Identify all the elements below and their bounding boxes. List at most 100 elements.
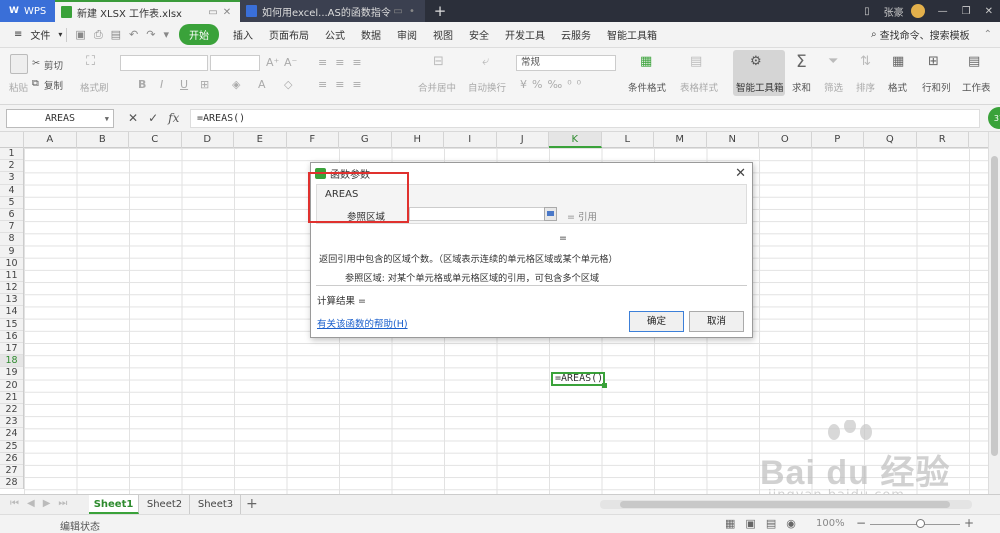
column-header[interactable]: A bbox=[24, 132, 77, 148]
align-left-icons[interactable]: ≡≡≡ bbox=[318, 78, 370, 91]
column-header[interactable]: O bbox=[759, 132, 812, 148]
prev-sheet-icon[interactable]: ◀ bbox=[27, 498, 35, 509]
menu-data[interactable]: 数据 bbox=[353, 27, 389, 42]
conditional-format-button[interactable]: 条件格式 bbox=[628, 80, 666, 94]
row-header[interactable]: 8 bbox=[0, 233, 23, 246]
name-box[interactable]: AREAS ▼ bbox=[6, 109, 114, 128]
format-painter-icon[interactable]: ⛶ bbox=[86, 54, 95, 69]
menu-start[interactable]: 开始 bbox=[179, 24, 219, 45]
menu-cloud[interactable]: 云服务 bbox=[553, 27, 599, 42]
hamburger-icon[interactable]: ≡ bbox=[6, 29, 30, 40]
row-header[interactable]: 4 bbox=[0, 185, 23, 197]
close-icon[interactable]: ✕ bbox=[735, 166, 746, 181]
horizontal-scrollbar[interactable] bbox=[600, 500, 972, 509]
fill-color-icon[interactable]: ◈ bbox=[232, 78, 240, 91]
sheet-tab-3[interactable]: Sheet3 bbox=[191, 495, 241, 514]
first-sheet-icon[interactable]: ⏮ bbox=[10, 498, 19, 509]
filter-button[interactable]: 筛选 bbox=[824, 80, 843, 94]
print-icon[interactable]: ⎙ bbox=[90, 28, 107, 42]
border-icon[interactable]: ⊞ bbox=[200, 78, 209, 91]
conditional-format-icon[interactable]: ▦ bbox=[640, 54, 652, 69]
column-header[interactable]: K bbox=[549, 132, 602, 148]
monitor-icon[interactable]: ▭ bbox=[391, 6, 405, 17]
restore-icon[interactable]: ❐ bbox=[955, 6, 978, 17]
sum-button[interactable]: 求和 bbox=[792, 80, 811, 94]
merge-icon[interactable]: ⊟ bbox=[433, 54, 444, 69]
chevron-down-icon[interactable]: ▾ bbox=[58, 30, 62, 39]
undo-icon[interactable]: ↶ bbox=[125, 28, 142, 41]
column-header[interactable]: B bbox=[77, 132, 129, 148]
zoom-slider[interactable] bbox=[870, 524, 960, 525]
add-sheet-button[interactable]: + bbox=[246, 496, 258, 512]
row-header[interactable]: 19 bbox=[0, 367, 23, 380]
zoom-level[interactable]: 100% bbox=[816, 518, 845, 529]
sheet-tab-2[interactable]: Sheet2 bbox=[140, 495, 190, 514]
worksheet-button[interactable]: 工作表 bbox=[962, 80, 991, 94]
row-header[interactable]: 3 bbox=[0, 172, 23, 185]
align-top-icons[interactable]: ≡≡≡ bbox=[318, 56, 370, 69]
scroll-thumb[interactable] bbox=[991, 156, 998, 456]
column-header[interactable]: P bbox=[812, 132, 864, 148]
column-header[interactable]: I bbox=[444, 132, 497, 148]
close-window-icon[interactable]: ✕ bbox=[978, 6, 1000, 17]
row-header[interactable]: 5 bbox=[0, 197, 23, 209]
number-format-select[interactable]: 常规 bbox=[516, 55, 616, 71]
next-sheet-icon[interactable]: ▶ bbox=[43, 498, 51, 509]
tab-document-inactive[interactable]: 如何用excel...AS的函数指令？ ▭ • bbox=[240, 0, 425, 22]
row-header[interactable]: 10 bbox=[0, 258, 23, 270]
row-header[interactable]: 24 bbox=[0, 428, 23, 441]
row-header[interactable]: 13 bbox=[0, 294, 23, 307]
column-header[interactable]: L bbox=[602, 132, 654, 148]
menu-page-layout[interactable]: 页面布局 bbox=[261, 27, 317, 42]
toolbox-icon[interactable]: ⚙ bbox=[750, 54, 762, 69]
menu-file[interactable]: 文件 bbox=[30, 27, 58, 42]
save-icon[interactable]: ▣ bbox=[71, 28, 89, 41]
sheet-tab-1[interactable]: Sheet1 bbox=[89, 495, 139, 514]
underline-icon[interactable]: U bbox=[180, 78, 188, 91]
row-header[interactable]: 7 bbox=[0, 221, 23, 234]
paste-icon[interactable] bbox=[10, 54, 28, 74]
scroll-thumb[interactable] bbox=[620, 501, 950, 508]
zoom-out-icon[interactable]: − bbox=[856, 516, 866, 530]
row-header[interactable]: 11 bbox=[0, 270, 23, 283]
column-header[interactable]: J bbox=[497, 132, 549, 148]
menu-formulas[interactable]: 公式 bbox=[317, 27, 353, 42]
ok-button[interactable]: 确定 bbox=[629, 311, 684, 332]
range-select-icon[interactable] bbox=[544, 207, 557, 221]
scissors-icon[interactable]: ✂ bbox=[32, 58, 40, 69]
close-tab-icon[interactable]: ✕ bbox=[220, 7, 234, 18]
help-link[interactable]: 有关该函数的帮助(H) bbox=[317, 316, 408, 330]
menu-smart-toolbox[interactable]: 智能工具箱 bbox=[599, 27, 665, 42]
chevron-up-icon[interactable]: ⌃ bbox=[984, 29, 992, 40]
column-header[interactable]: C bbox=[129, 132, 182, 148]
row-header[interactable]: 16 bbox=[0, 331, 23, 343]
print-preview-icon[interactable]: ▤ bbox=[107, 28, 125, 41]
zoom-slider-knob[interactable] bbox=[916, 519, 925, 528]
column-header[interactable]: E bbox=[234, 132, 287, 148]
row-header[interactable]: 23 bbox=[0, 416, 23, 429]
avatar[interactable] bbox=[910, 4, 925, 18]
formula-input[interactable]: =AREAS() bbox=[190, 109, 980, 128]
format-button[interactable]: 格式 bbox=[888, 80, 907, 94]
row-header[interactable]: 26 bbox=[0, 453, 23, 465]
row-header[interactable]: 18 bbox=[0, 355, 23, 368]
bold-icon[interactable]: B bbox=[138, 78, 146, 91]
minimize-icon[interactable]: — bbox=[931, 6, 955, 17]
font-size-select[interactable] bbox=[210, 55, 260, 71]
fx-icon[interactable]: fx bbox=[168, 111, 179, 125]
row-header[interactable]: 17 bbox=[0, 343, 23, 356]
font-color-icon[interactable]: A bbox=[258, 78, 266, 91]
row-header[interactable]: 9 bbox=[0, 246, 23, 258]
row-header[interactable]: 15 bbox=[0, 319, 23, 331]
row-header[interactable]: 12 bbox=[0, 282, 23, 295]
copy-icon[interactable]: ⧉ bbox=[32, 78, 39, 89]
command-search[interactable]: ⌕ 查找命令、搜索模板 ⌃ bbox=[871, 27, 1000, 42]
eraser-icon[interactable]: ◇ bbox=[284, 78, 292, 91]
row-header[interactable]: 22 bbox=[0, 404, 23, 417]
check-icon[interactable]: ✓ bbox=[148, 111, 158, 125]
column-header[interactable]: G bbox=[339, 132, 392, 148]
format-painter-button[interactable]: 格式刷 bbox=[80, 80, 109, 94]
wrap-icon[interactable]: ⤶ bbox=[482, 54, 489, 69]
copy-button[interactable]: 复制 bbox=[44, 78, 63, 92]
monitor-icon[interactable]: ▭ bbox=[206, 7, 220, 18]
